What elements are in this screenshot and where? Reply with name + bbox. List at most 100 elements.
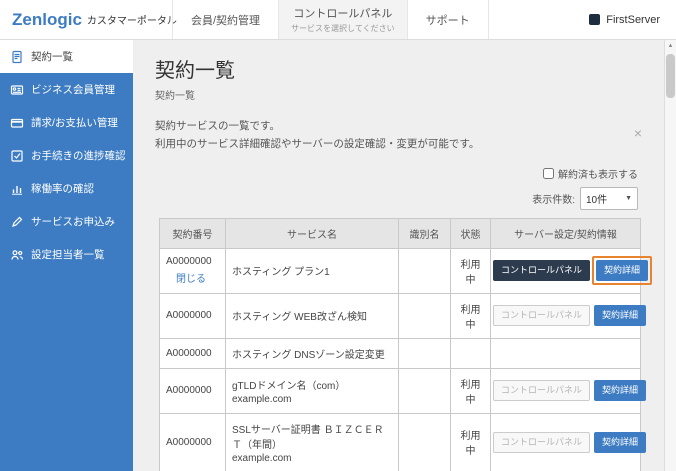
contract-number-cell: A0000000 閉じる — [159, 247, 226, 294]
header-nav: 会員/契約管理 コントロールパネル サービスを選択してください サポート — [172, 0, 489, 39]
scrollbar-thumb[interactable] — [666, 54, 675, 98]
sidebar-item-progress[interactable]: お手続きの進捗確認 — [0, 139, 133, 172]
contract-number-cell: A0000000 — [159, 292, 226, 339]
filters-top: 解約済も表示する 表示件数: 10件 ▼ — [133, 166, 638, 210]
main-content: 契約一覧 契約一覧 × 契約サービスの一覧です。 利用中のサービス詳細確認やサー… — [133, 40, 664, 471]
contract-detail-button[interactable]: 契約詳細 — [594, 305, 647, 327]
id-card-icon — [10, 83, 24, 97]
actions-cell: コントロールパネル 契約詳細 — [490, 412, 647, 471]
table-row: A0000000 SSLサーバー証明書 ＢＩＺＣＥＲＴ（年間） example.… — [159, 412, 647, 471]
info-line-2: 利用中のサービス詳細確認やサーバーの設定確認・変更が可能です。 — [155, 138, 480, 151]
sidebar-item-label: ビジネス会員管理 — [31, 84, 115, 96]
table-row: A0000000 閉じる ホスティング プラン1 利用中 コントロールパネル 契約… — [159, 247, 653, 294]
service-name-cell: gTLDドメイン名（com） example.com — [225, 367, 399, 414]
logo-area: Zenlogic カスタマーポータル — [0, 0, 177, 39]
account-name: FirstServer — [606, 13, 660, 26]
identifier-cell — [398, 292, 451, 339]
table-row: A0000000 gTLDドメイン名（com） example.com 利用中 … — [159, 367, 647, 414]
service-name: gTLDドメイン名（com） — [232, 380, 346, 392]
status-cell: 利用中 — [450, 367, 491, 414]
service-name-cell: ホスティング DNSゾーン設定変更 — [225, 337, 399, 369]
table-header-row: 契約番号 サービス名 識別名 状態 サーバー設定/契約情報 — [159, 217, 641, 249]
nav-control-panel-label: コントロールパネル — [293, 8, 393, 20]
nav-member-contract[interactable]: 会員/契約管理 — [172, 0, 278, 39]
info-banner: × 契約サービスの一覧です。 利用中のサービス詳細確認やサーバーの設定確認・変更… — [155, 117, 642, 154]
header-service-name: サービス名 — [225, 217, 399, 249]
service-domain: example.com — [232, 393, 292, 405]
contract-number: A0000000 — [166, 436, 212, 448]
sidebar-item-label: 請求/お支払い管理 — [31, 117, 118, 129]
payment-card-icon — [10, 116, 24, 130]
contract-detail-button[interactable]: 契約詳細 — [596, 260, 649, 282]
nav-control-panel-sub: サービスを選択してください — [291, 24, 395, 33]
info-line-1: 契約サービスの一覧です。 — [155, 120, 280, 132]
status-cell — [450, 337, 491, 369]
table-row: A0000000 ホスティング WEB改ざん検知 利用中 コントロールパネル 契約… — [159, 292, 647, 339]
control-panel-button[interactable]: コントロールパネル — [493, 260, 591, 282]
header-contract-number: 契約番号 — [159, 217, 226, 249]
page-size-label: 表示件数: — [532, 194, 575, 206]
control-panel-button[interactable]: コントロールパネル — [493, 305, 591, 327]
bar-chart-icon — [10, 182, 24, 196]
actions-cell: コントロールパネル 契約詳細 — [490, 292, 647, 339]
service-domain: example.com — [232, 452, 292, 464]
contract-number: A0000000 — [166, 347, 212, 359]
control-panel-button[interactable]: コントロールパネル — [493, 380, 591, 402]
breadcrumb: 契約一覧 — [155, 91, 195, 102]
actions-cell — [490, 337, 641, 369]
service-name-cell: ホスティング プラン1 — [225, 247, 399, 294]
sidebar-item-apply[interactable]: サービスお申込み — [0, 205, 133, 238]
service-name: SSLサーバー証明書 ＢＩＺＣＥＲＴ（年間） — [232, 424, 384, 451]
nav-control-panel[interactable]: コントロールパネル サービスを選択してください — [278, 0, 407, 39]
control-panel-button[interactable]: コントロールパネル — [493, 431, 591, 453]
sidebar: 契約一覧 ビジネス会員管理 請求/お支払い管理 お手続きの進捗確認 稼働率の確認… — [0, 40, 133, 471]
collapse-link[interactable]: 閉じる — [176, 270, 206, 285]
actions-cell: コントロールパネル 契約詳細 — [490, 367, 647, 414]
scrollbar[interactable]: ▲ — [664, 40, 676, 471]
sidebar-item-uptime[interactable]: 稼働率の確認 — [0, 172, 133, 205]
table-row: A0000000 ホスティング DNSゾーン設定変更 — [159, 337, 641, 369]
contract-detail-button[interactable]: 契約詳細 — [594, 431, 647, 453]
close-icon[interactable]: × — [634, 126, 642, 140]
sidebar-item-business-member[interactable]: ビジネス会員管理 — [0, 73, 133, 106]
status-cell: 利用中 — [450, 292, 491, 339]
status-cell: 利用中 — [450, 412, 491, 471]
page-size-row: 表示件数: 10件 ▼ — [133, 186, 638, 210]
sidebar-item-label: サービスお申込み — [31, 216, 115, 228]
sidebar-item-billing[interactable]: 請求/お支払い管理 — [0, 106, 133, 139]
top-header: Zenlogic カスタマーポータル 会員/契約管理 コントロールパネル サービ… — [0, 0, 676, 40]
header-server-settings: サーバー設定/契約情報 — [490, 217, 641, 249]
page-size-select[interactable]: 10件 ▼ — [580, 186, 638, 210]
contract-number: A0000000 — [166, 385, 212, 397]
show-cancelled-label: 解約済も表示する — [558, 169, 638, 181]
sidebar-item-staff-list[interactable]: 設定担当者一覧 — [0, 238, 133, 271]
nav-support[interactable]: サポート — [406, 0, 489, 39]
identifier-cell — [398, 367, 451, 414]
nav-support-label: サポート — [425, 14, 470, 27]
zenlogic-logo[interactable]: Zenlogic — [12, 10, 82, 30]
sidebar-item-label: お手続きの進捗確認 — [31, 150, 126, 162]
identifier-cell — [398, 337, 451, 369]
chevron-down-icon: ▼ — [625, 194, 632, 202]
header-status: 状態 — [450, 217, 491, 249]
contract-number-cell: A0000000 — [159, 337, 226, 369]
contract-number-cell: A0000000 — [159, 412, 226, 471]
scroll-up-arrow[interactable]: ▲ — [665, 40, 676, 53]
check-square-icon — [10, 149, 24, 163]
identifier-cell — [398, 412, 451, 471]
service-name-cell: ホスティング WEB改ざん検知 — [225, 292, 399, 339]
portal-label: カスタマーポータル — [86, 16, 177, 27]
people-icon — [10, 248, 24, 262]
service-name-cell: SSLサーバー証明書 ＢＩＺＣＥＲＴ（年間） example.com — [225, 412, 399, 471]
account-menu[interactable]: FirstServer — [589, 0, 676, 39]
sidebar-item-contract-list[interactable]: 契約一覧 — [0, 40, 133, 73]
show-cancelled-checkbox[interactable] — [543, 167, 554, 179]
contract-number: A0000000 — [166, 256, 212, 268]
page-title: 契約一覧 — [155, 60, 235, 82]
contract-number: A0000000 — [166, 310, 212, 322]
contract-detail-button[interactable]: 契約詳細 — [594, 380, 647, 402]
nav-member-contract-label: 会員/契約管理 — [191, 14, 261, 27]
identifier-cell — [398, 247, 451, 294]
actions-cell: コントロールパネル 契約詳細 — [490, 247, 653, 294]
highlight-box: 契約詳細 — [592, 256, 653, 286]
